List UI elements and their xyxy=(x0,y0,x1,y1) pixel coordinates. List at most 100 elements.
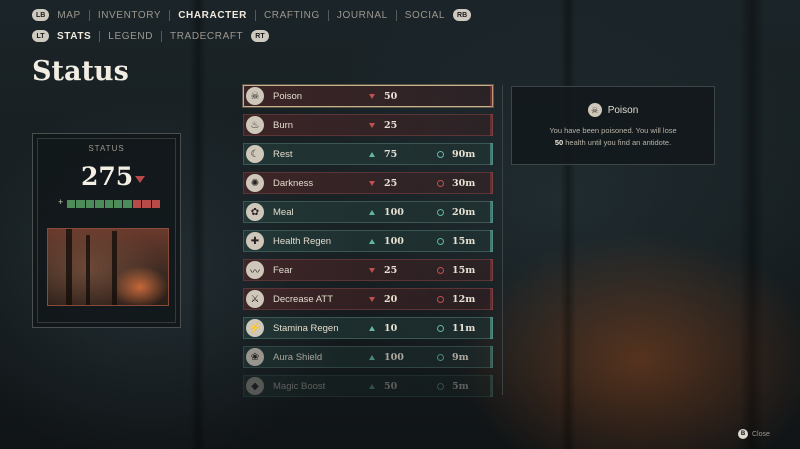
status-amount: 100 xyxy=(384,206,404,218)
tab-inventory[interactable]: INVENTORY xyxy=(90,10,169,21)
status-name: Darkness xyxy=(273,177,314,189)
status-duration: 9m xyxy=(452,351,469,363)
status-row-stamina-regen[interactable]: ⚡ Stamina Regen 10 11m xyxy=(243,317,493,339)
row-edge-marker xyxy=(490,288,493,310)
status-name: Magic Boost xyxy=(273,380,326,392)
health-bar-segment xyxy=(151,200,161,208)
tab-crafting[interactable]: CRAFTING xyxy=(256,10,328,21)
row-edge-marker xyxy=(490,85,493,107)
status-duration: 12m xyxy=(452,293,476,305)
status-amount: 25 xyxy=(384,177,398,189)
status-row-fear[interactable]: 〰 Fear 25 15m xyxy=(243,259,493,281)
status-list: ☠ Poison 50 ♨ Burn 25 ☾ Rest 75 90m ✺ Darkness 25 30m… xyxy=(243,85,493,404)
lb-button[interactable]: LB xyxy=(32,9,50,21)
row-edge-marker xyxy=(490,114,493,136)
background-tree xyxy=(190,0,206,449)
health-bar-segment xyxy=(76,200,85,208)
status-name: Fear xyxy=(273,264,293,276)
flame-icon: ♨ xyxy=(246,116,264,134)
regen-icon: ✚ xyxy=(246,232,264,250)
status-row-magic-boost[interactable]: ◆ Magic Boost 50 5m xyxy=(243,375,493,397)
status-row-poison[interactable]: ☠ Poison 50 xyxy=(243,85,493,107)
status-name: Health Regen xyxy=(273,235,332,247)
status-name: Aura Shield xyxy=(273,351,323,363)
tab-stats[interactable]: STATS xyxy=(49,31,99,42)
tab-tradecraft[interactable]: TRADECRAFT xyxy=(162,31,251,42)
character-portrait xyxy=(47,228,169,306)
up-arrow-icon xyxy=(369,325,375,331)
bat-icon: 〰 xyxy=(246,261,264,279)
tab-character[interactable]: CHARACTER xyxy=(170,10,255,21)
status-row-rest[interactable]: ☾ Rest 75 90m xyxy=(243,143,493,165)
status-row-darkness[interactable]: ✺ Darkness 25 30m xyxy=(243,172,493,194)
status-duration: 5m xyxy=(452,380,469,392)
status-row-aura-shield[interactable]: ❀ Aura Shield 100 9m xyxy=(243,346,493,368)
timer-icon xyxy=(437,353,444,361)
timer-icon xyxy=(437,266,444,274)
status-row-health-regen[interactable]: ✚ Health Regen 100 15m xyxy=(243,230,493,252)
skull-icon: ☠ xyxy=(246,87,264,105)
lotus-icon: ❀ xyxy=(246,348,264,366)
status-row-decrease-att[interactable]: ⚔ Decrease ATT 20 12m xyxy=(243,288,493,310)
health-bar-segment xyxy=(85,200,95,208)
gem-icon: ◆ xyxy=(246,377,264,395)
health-bar-segment xyxy=(67,200,76,208)
timer-icon xyxy=(437,150,444,158)
status-card: STATUS 275 + xyxy=(32,133,181,328)
status-row-meal[interactable]: ✿ Meal 100 20m xyxy=(243,201,493,223)
health-bar-segment xyxy=(123,200,132,208)
top-nav: LB MAP INVENTORY CHARACTER CRAFTING JOUR… xyxy=(32,9,472,21)
tab-journal[interactable]: JOURNAL xyxy=(329,10,396,21)
tab-social[interactable]: SOCIAL xyxy=(397,10,453,21)
status-row-burn[interactable]: ♨ Burn 25 xyxy=(243,114,493,136)
status-duration: 90m xyxy=(452,148,476,160)
up-arrow-icon xyxy=(369,209,375,215)
skull-icon: ☠ xyxy=(587,103,602,117)
sub-nav: LT STATS LEGEND TRADECRAFT RT xyxy=(32,30,269,42)
plus-icon: + xyxy=(58,197,64,207)
health-bar-segment xyxy=(104,200,114,208)
tree-trunk xyxy=(86,235,90,305)
timer-icon xyxy=(437,382,444,390)
status-amount: 75 xyxy=(384,148,398,160)
row-edge-marker xyxy=(490,201,493,223)
down-arrow-icon xyxy=(135,176,145,183)
page-title: Status xyxy=(32,56,129,87)
tab-map[interactable]: MAP xyxy=(49,10,88,21)
status-duration: 15m xyxy=(452,264,476,276)
moon-icon: ☾ xyxy=(246,145,264,163)
status-name: Rest xyxy=(273,148,293,160)
down-arrow-icon xyxy=(369,267,375,273)
health-bar-segment xyxy=(114,200,123,208)
up-arrow-icon xyxy=(369,354,375,360)
timer-icon xyxy=(437,237,444,245)
panel-divider xyxy=(502,85,503,395)
status-name: Burn xyxy=(273,119,294,131)
lt-button[interactable]: LT xyxy=(32,30,49,42)
status-name: Meal xyxy=(273,206,294,218)
status-duration: 20m xyxy=(452,206,476,218)
status-duration: 15m xyxy=(452,235,476,247)
darkness-icon: ✺ xyxy=(246,174,264,192)
rb-button[interactable]: RB xyxy=(453,9,472,21)
sword-icon: ⚔ xyxy=(246,290,264,308)
status-amount: 20 xyxy=(384,293,398,305)
detail-title: Poison xyxy=(607,104,639,116)
row-edge-marker xyxy=(490,143,493,165)
timer-icon xyxy=(437,324,444,332)
status-name: Decrease ATT xyxy=(273,293,334,305)
background-tree xyxy=(740,0,764,449)
detail-description: You have been poisoned. You will lose 50… xyxy=(549,126,677,147)
rt-button[interactable]: RT xyxy=(251,30,269,42)
close-hint[interactable]: B Close xyxy=(738,429,770,439)
status-amount: 50 xyxy=(384,380,398,392)
tree-trunk xyxy=(112,231,117,305)
tab-legend[interactable]: LEGEND xyxy=(100,31,161,42)
down-arrow-icon xyxy=(369,93,375,99)
timer-icon xyxy=(437,295,444,303)
status-amount: 50 xyxy=(384,90,398,102)
status-name: Poison xyxy=(273,90,303,102)
status-amount: 10 xyxy=(384,322,398,334)
health-bar-segment xyxy=(95,200,104,208)
timer-icon xyxy=(437,208,444,216)
